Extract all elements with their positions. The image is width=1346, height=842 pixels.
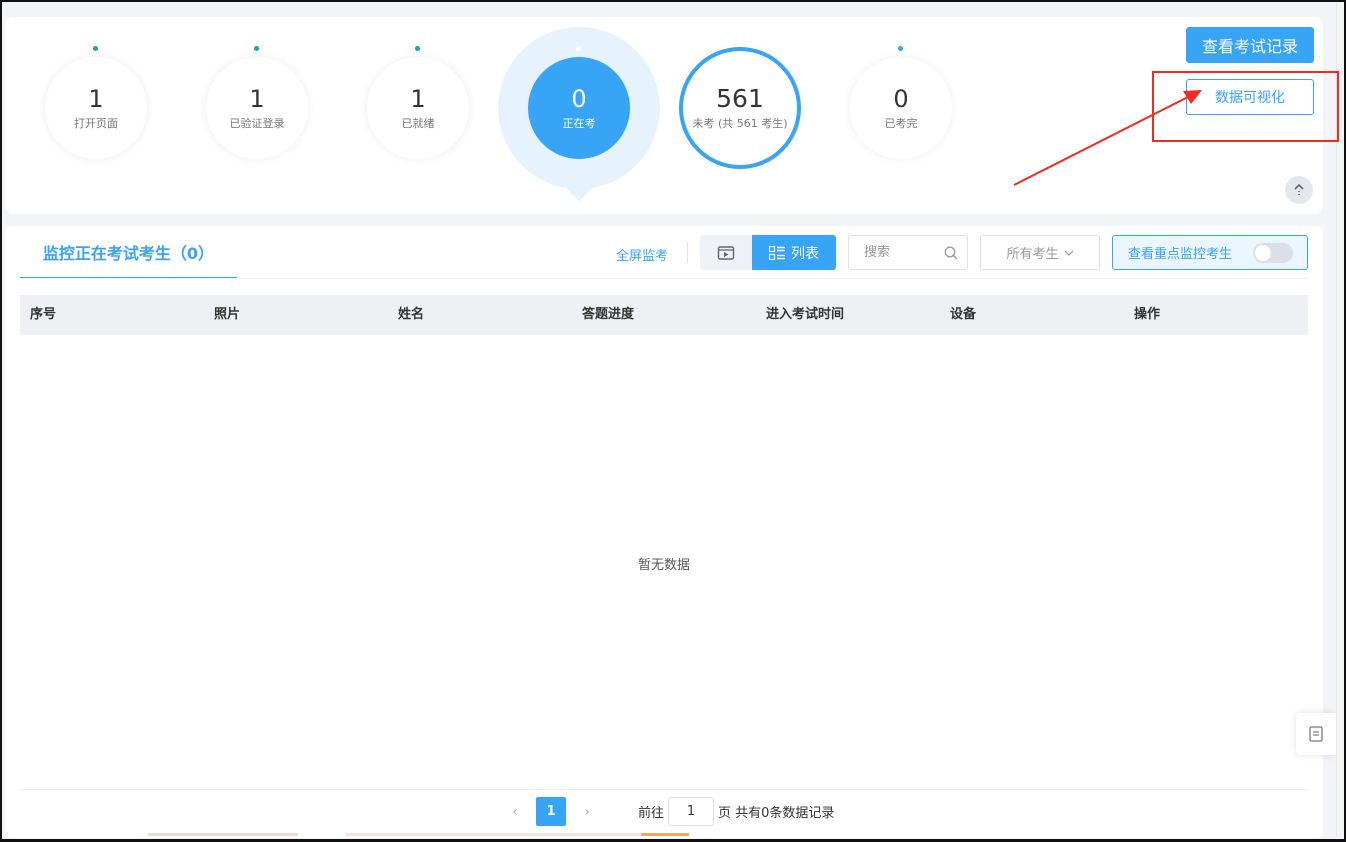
stat-circle: 0 已考完: [850, 57, 952, 159]
stat-circle: 0 正在考: [528, 57, 630, 159]
pagination-summary: 页 共有0条数据记录: [718, 806, 835, 821]
status-dot-icon: [898, 46, 903, 51]
page-number-current[interactable]: 1: [536, 797, 566, 826]
key-monitoring-label: 查看重点监控考生: [1128, 247, 1233, 262]
goto-label: 前往: [638, 806, 665, 821]
data-visualization-button[interactable]: 数据可视化: [1186, 79, 1314, 115]
side-float-button[interactable]: [1296, 713, 1336, 755]
status-dot-icon: [254, 46, 259, 51]
stat-label: 正在考: [562, 117, 596, 130]
stat-label: 已就绪: [401, 117, 435, 130]
list-icon: [769, 245, 785, 260]
column-header-entry-time: 进入考试时间: [766, 307, 845, 322]
stat-label: 已考完: [884, 117, 918, 130]
tab-divider: [20, 278, 1308, 279]
video-view-button[interactable]: [700, 235, 752, 270]
taskbar-fragment: [346, 833, 641, 836]
stat-value: 1: [410, 85, 426, 113]
pagination: ‹ 1 › 前往 页 共有0条数据记录: [500, 797, 834, 826]
stat-value: 0: [571, 85, 587, 113]
status-dot-icon: [93, 46, 98, 51]
tab-monitoring-examinees[interactable]: 监控正在考试考生（0）: [20, 226, 237, 279]
collapse-toggle-button[interactable]: [1285, 176, 1313, 204]
chevron-down-icon: [1064, 250, 1073, 256]
stat-circle: 561 未考 (共 561 考生): [679, 47, 801, 169]
column-header-name: 姓名: [398, 307, 425, 322]
divider: [687, 243, 688, 263]
stat-circle: 1 打开页面: [45, 57, 147, 159]
stat-in-exam[interactable]: 0 正在考: [498, 17, 660, 217]
search-input[interactable]: [864, 245, 944, 260]
stat-label: 打开页面: [74, 117, 118, 130]
status-dot-icon: [415, 46, 420, 51]
chevron-up-icon: [1294, 183, 1304, 195]
document-icon: [1309, 726, 1323, 742]
stat-value: 0: [893, 85, 909, 113]
column-header-progress: 答题进度: [582, 307, 635, 322]
key-monitoring-toggle[interactable]: 查看重点监控考生: [1112, 235, 1308, 270]
next-page-button[interactable]: ›: [572, 804, 602, 820]
taskbar-fragment: [641, 833, 689, 836]
stat-finished[interactable]: 0 已考完: [847, 17, 957, 217]
switch-knob: [1255, 245, 1271, 261]
search-icon[interactable]: [944, 246, 958, 260]
monitor-panel: 监控正在考试考生（0） 全屏监考 列表 搜索 所有考生 查看重点监控考生 序号 …: [5, 226, 1323, 838]
stat-label: 未考 (共 561 考生): [692, 117, 788, 130]
table-header: 序号 照片 姓名 答题进度 进入考试时间 设备 操作: [20, 295, 1308, 335]
column-header-device: 设备: [950, 307, 977, 322]
exam-stats-panel: 1 打开页面 1 已验证登录 1 已就绪 0 正在考 561 未考 (共 561…: [5, 17, 1323, 214]
status-dot-icon: [576, 46, 581, 51]
goto-page-input[interactable]: [668, 797, 715, 826]
stat-value: 561: [716, 84, 764, 113]
video-icon: [717, 245, 735, 260]
stat-circle: 1 已就绪: [367, 57, 469, 159]
pager-divider: [20, 789, 1308, 790]
stat-value: 1: [249, 85, 265, 113]
page-scrollbar[interactable]: [1336, 2, 1343, 837]
prev-page-button[interactable]: ‹: [500, 804, 530, 820]
column-header-actions: 操作: [1134, 307, 1161, 322]
column-header-index: 序号: [30, 307, 57, 322]
view-exam-records-button[interactable]: 查看考试记录: [1186, 27, 1314, 63]
search-field: [848, 235, 968, 270]
column-header-photo: 照片: [214, 307, 241, 322]
examinee-filter-select[interactable]: 所有考生: [980, 235, 1100, 270]
stat-opened-page[interactable]: 1 打开页面: [42, 17, 152, 217]
fullscreen-monitor-link[interactable]: 全屏监考: [616, 245, 668, 264]
stat-not-started[interactable]: 561 未考 (共 561 考生): [679, 17, 801, 217]
stat-label: 已验证登录: [229, 117, 285, 130]
stat-ready[interactable]: 1 已就绪: [364, 17, 474, 217]
key-monitoring-switch[interactable]: [1253, 243, 1293, 263]
taskbar-fragment: [148, 833, 298, 836]
stat-verified-login[interactable]: 1 已验证登录: [203, 17, 313, 217]
stat-circle: 1 已验证登录: [206, 57, 308, 159]
list-view-label: 列表: [791, 245, 819, 262]
empty-state-text: 暂无数据: [637, 558, 690, 573]
view-mode-toggle: 列表: [700, 235, 836, 270]
list-view-button[interactable]: 列表: [752, 235, 836, 270]
filter-value: 所有考生: [1006, 247, 1059, 262]
stat-value: 1: [88, 85, 104, 113]
